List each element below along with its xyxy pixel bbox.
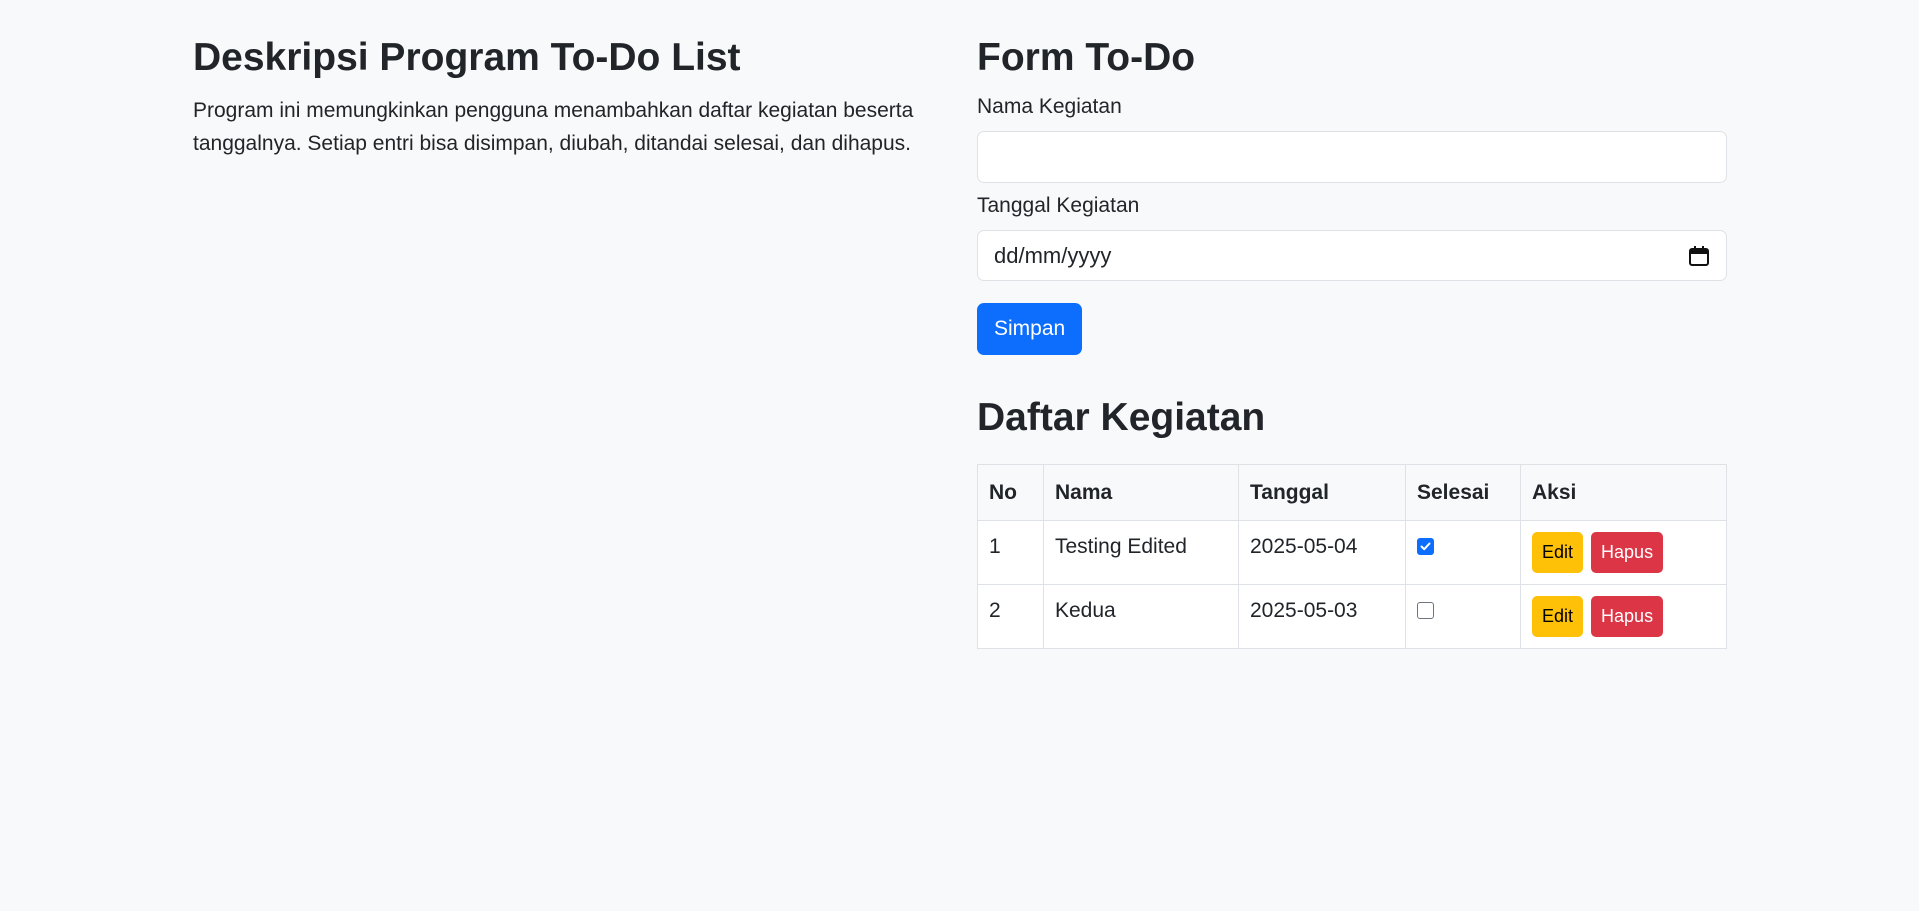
table-row: 2 Kedua 2025-05-03 Edit Hapus bbox=[977, 584, 1727, 649]
row-tanggal: 2025-05-03 bbox=[1238, 584, 1406, 649]
row-nama: Kedua bbox=[1043, 584, 1239, 649]
edit-button[interactable]: Edit bbox=[1532, 532, 1584, 573]
header-selesai: Selesai bbox=[1405, 464, 1521, 521]
row-aksi-cell: Edit Hapus bbox=[1520, 520, 1727, 585]
date-label: Tanggal Kegiatan bbox=[977, 194, 1140, 217]
description-text: Program ini memungkinkan pengguna menamb… bbox=[193, 99, 914, 155]
description-section: Deskripsi Program To-Do List Program ini… bbox=[193, 32, 933, 160]
table-row: 1 Testing Edited 2025-05-04 Edit Hapus bbox=[977, 520, 1727, 585]
row-no: 1 bbox=[977, 520, 1044, 585]
date-input[interactable]: dd/mm/yyyy bbox=[977, 230, 1727, 281]
row-tanggal: 2025-05-04 bbox=[1238, 520, 1406, 585]
header-tanggal: Tanggal bbox=[1238, 464, 1406, 521]
delete-button[interactable]: Hapus bbox=[1591, 596, 1664, 637]
list-title: Daftar Kegiatan bbox=[977, 396, 1266, 439]
page: Deskripsi Program To-Do List Program ini… bbox=[0, 0, 1919, 911]
name-label: Nama Kegiatan bbox=[977, 95, 1122, 118]
save-button[interactable]: Simpan bbox=[977, 303, 1083, 355]
done-checkbox[interactable] bbox=[1417, 602, 1434, 619]
edit-button[interactable]: Edit bbox=[1532, 596, 1584, 637]
header-aksi: Aksi bbox=[1520, 464, 1727, 521]
date-input-placeholder: dd/mm/yyyy bbox=[994, 242, 1112, 268]
calendar-icon[interactable] bbox=[1688, 245, 1710, 267]
delete-button[interactable]: Hapus bbox=[1591, 532, 1664, 573]
row-nama: Testing Edited bbox=[1043, 520, 1239, 585]
row-aksi-cell: Edit Hapus bbox=[1520, 584, 1727, 649]
row-no: 2 bbox=[977, 584, 1044, 649]
row-selesai-cell bbox=[1405, 520, 1521, 585]
done-checkbox[interactable] bbox=[1417, 538, 1434, 555]
header-nama: Nama bbox=[1043, 464, 1239, 521]
name-input[interactable] bbox=[977, 131, 1727, 183]
todo-section: Form To-Do Nama Kegiatan Tanggal Kegiata… bbox=[977, 32, 1727, 649]
description-title: Deskripsi Program To-Do List bbox=[193, 36, 741, 79]
header-no: No bbox=[977, 464, 1044, 521]
row-selesai-cell bbox=[1405, 584, 1521, 649]
table-header-row: No Nama Tanggal Selesai Aksi bbox=[977, 464, 1727, 521]
form-title: Form To-Do bbox=[977, 36, 1196, 79]
todo-table: No Nama Tanggal Selesai Aksi 1 Testing E… bbox=[977, 464, 1727, 649]
